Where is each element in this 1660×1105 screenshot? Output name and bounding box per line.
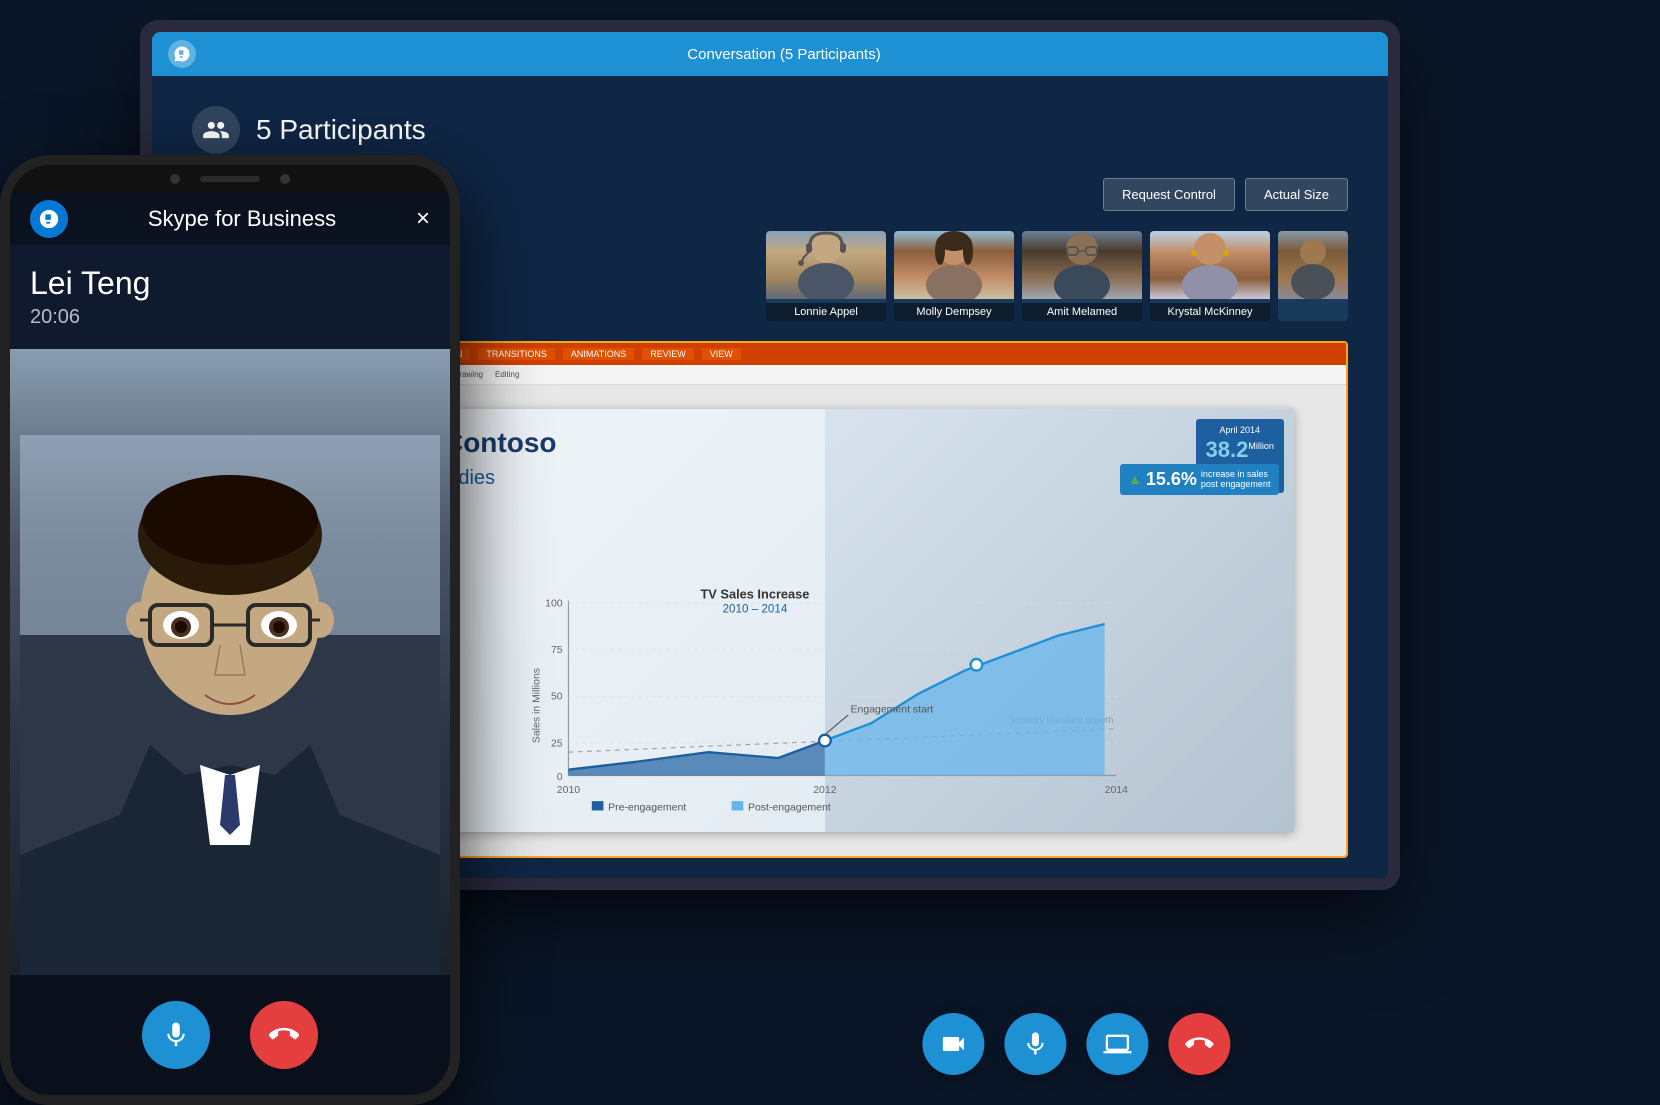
participant-amit[interactable]: Amit Melamed [1022, 231, 1142, 321]
svg-text:Engagement start: Engagement start [851, 705, 934, 716]
svg-text:50: 50 [551, 692, 563, 703]
chart-title: TV Sales Increase [701, 589, 810, 601]
participant-molly[interactable]: Molly Dempsey [894, 231, 1014, 321]
svg-text:0: 0 [557, 772, 563, 783]
caller-info: Lei Teng 20:06 [10, 245, 450, 349]
main-slide: Why Contoso Case Studies April 2014 38.2… [356, 409, 1294, 833]
stat1-label: April 2014 [1206, 425, 1274, 435]
participants-icon [192, 106, 240, 154]
stat2-label: increase in sales post engagement [1201, 469, 1271, 491]
request-control-button[interactable]: Request Control [1103, 178, 1235, 211]
call-duration: 20:06 [30, 306, 430, 329]
caller-video-bg [10, 349, 450, 975]
amit-name: Amit Melamed [1022, 303, 1142, 321]
mute-button[interactable] [142, 1001, 210, 1069]
lonnie-name: Lonnie Appel [766, 303, 886, 321]
chart-years: 2010 – 2014 [723, 603, 788, 616]
x-label-2014: 2014 [1105, 785, 1128, 796]
close-button[interactable]: × [416, 205, 430, 233]
screen-share-button[interactable] [1086, 1013, 1148, 1075]
molly-photo [894, 231, 1014, 299]
phone-controls [10, 975, 450, 1095]
fifth-photo [1278, 231, 1348, 299]
ppt-tab-transitions[interactable]: TRANSITIONS [478, 348, 555, 360]
front-camera [170, 174, 180, 184]
participant-fifth[interactable] [1278, 231, 1348, 321]
phone-screen: Skype for Business × Lei Teng 20:06 [10, 193, 450, 1095]
phone-video-area [10, 349, 450, 975]
stat1-unit: Million [1248, 441, 1274, 451]
krystal-name: Krystal McKinney [1150, 303, 1270, 321]
svg-text:25: 25 [551, 739, 563, 750]
phone-device: Skype for Business × Lei Teng 20:06 [0, 155, 460, 1105]
end-call-button-bottom[interactable] [1168, 1013, 1230, 1075]
legend-pre: Pre-engagement [608, 803, 686, 814]
skype-app-icon [30, 200, 68, 238]
amit-photo [1022, 231, 1142, 299]
krystal-photo [1150, 231, 1270, 299]
earpiece-speaker [200, 176, 260, 182]
tablet-topbar: Conversation (5 Participants) [152, 32, 1388, 76]
stat2-value: 15.6% [1146, 469, 1197, 490]
participant-lonnie[interactable]: Lonnie Appel [766, 231, 886, 321]
arrow-up-icon: ▲ [1128, 471, 1142, 487]
stat1-value: 38.2 [1206, 437, 1249, 463]
svg-text:100: 100 [545, 599, 563, 610]
end-call-button[interactable] [250, 1001, 318, 1069]
participants-count: 5 Participants [256, 114, 426, 146]
skype-logo-icon [168, 40, 196, 68]
caller-name: Lei Teng [30, 265, 430, 302]
ppt-ribbon: Paste Slides Font Paragraph Drawing Edit… [304, 365, 1346, 385]
ppt-tab-review[interactable]: REVIEW [642, 348, 694, 360]
phone-notch [10, 165, 450, 193]
lonnie-photo [766, 231, 886, 299]
ppt-topbar: HOME INSERT DESIGN TRANSITIONS ANIMATION… [304, 343, 1346, 365]
ppt-tab-view[interactable]: VIEW [702, 348, 741, 360]
chart-area: Sales in Millions 100 75 50 [371, 589, 1279, 822]
mic-toggle-button[interactable] [1004, 1013, 1066, 1075]
participant-krystal[interactable]: Krystal McKinney [1150, 231, 1270, 321]
y-axis-label: Sales in Millions [531, 668, 542, 743]
phone-topbar: Skype for Business × [10, 193, 450, 245]
video-toggle-button[interactable] [922, 1013, 984, 1075]
phone-app-title: Skype for Business [68, 206, 416, 232]
ppt-tab-animations[interactable]: ANIMATIONS [563, 348, 634, 360]
svg-text:2012: 2012 [813, 785, 836, 796]
sensor [280, 174, 290, 184]
molly-name: Molly Dempsey [894, 303, 1014, 321]
participants-header: 5 Participants [192, 106, 1348, 154]
svg-text:75: 75 [551, 645, 563, 656]
bottom-controls [922, 1013, 1230, 1075]
caller-video-person [20, 435, 440, 975]
ppt-slide-area: Why Contoso Case Studies April 2014 38.2… [304, 385, 1346, 856]
ribbon-editing[interactable]: Editing [495, 370, 519, 379]
legend-post: Post-engagement [748, 803, 831, 814]
stat-box-pct: ▲ 15.6% increase in sales post engagemen… [1120, 464, 1279, 496]
x-label-2010: 2010 [557, 785, 580, 796]
ppt-main: HOME INSERT DESIGN TRANSITIONS ANIMATION… [304, 343, 1346, 856]
conversation-title: Conversation (5 Participants) [196, 46, 1372, 63]
actual-size-button[interactable]: Actual Size [1245, 178, 1348, 211]
